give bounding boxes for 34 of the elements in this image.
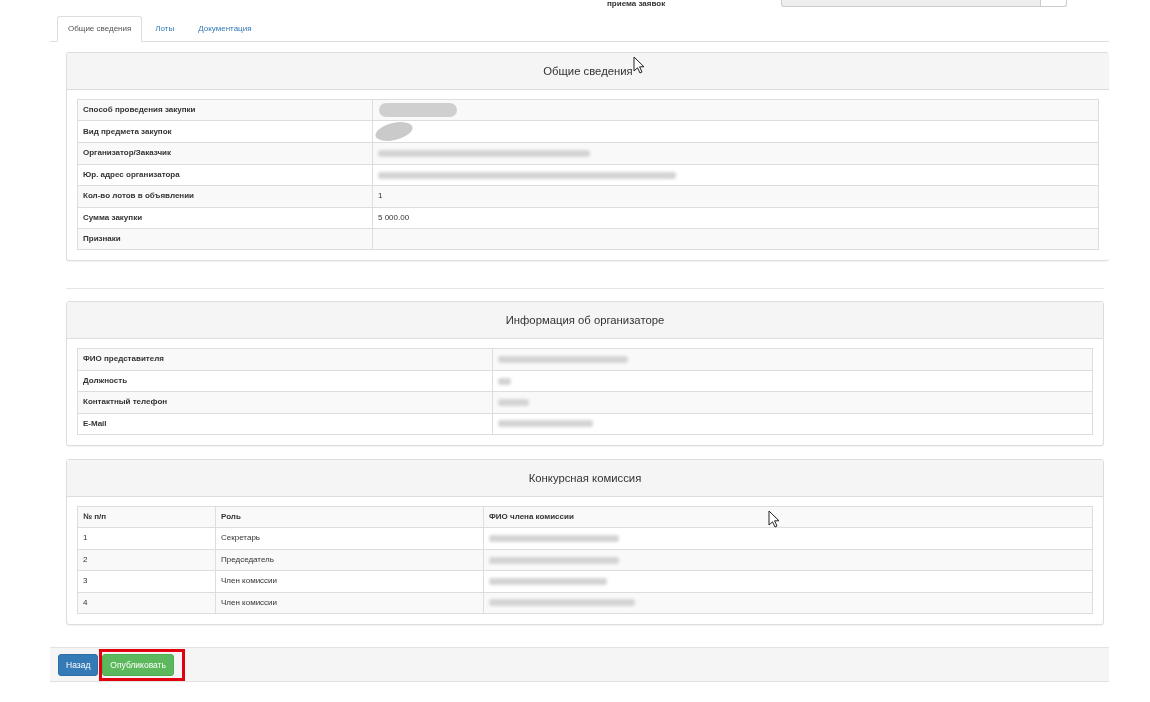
table-cell: Секретарь bbox=[215, 527, 484, 550]
row-label: Кол-во лотов в объявлении bbox=[77, 185, 373, 208]
tab[interactable]: Документация bbox=[187, 16, 263, 42]
table-cell: 1 bbox=[77, 527, 216, 550]
row-label: ФИО представителя bbox=[77, 348, 493, 371]
table-cell: Председатель bbox=[215, 549, 484, 571]
row-label: Сумма закупки bbox=[77, 207, 373, 229]
row-label: Признаки bbox=[77, 228, 373, 250]
action-button[interactable]: Назад bbox=[58, 653, 99, 676]
table-cell: 5 000.00 bbox=[372, 207, 1099, 229]
panel-heading: Информация об организаторе bbox=[67, 302, 1103, 340]
row-label: Юр. адрес организатора bbox=[77, 164, 373, 186]
row-label: Контактный телефон bbox=[77, 391, 493, 414]
column-header: Роль bbox=[215, 506, 484, 528]
field-label: приема заявок bbox=[607, 0, 666, 8]
table-cell: 2 bbox=[77, 549, 216, 571]
table-cell: 1 bbox=[372, 185, 1099, 208]
input-field[interactable] bbox=[781, 0, 1068, 7]
panel-heading: Конкурсная комиссия bbox=[67, 460, 1103, 498]
column-header: ФИО члена комиссии bbox=[483, 506, 1093, 528]
column-header: № п/п bbox=[77, 506, 216, 528]
table-cell: Член комиссии bbox=[215, 570, 484, 593]
row-label: Должность bbox=[77, 370, 493, 392]
panel-heading: Общие сведения bbox=[67, 53, 1109, 90]
table-cell: Член комиссии bbox=[215, 592, 484, 614]
row-label: Способ проведения закупки bbox=[77, 99, 373, 121]
table-cell: 4 bbox=[77, 592, 216, 614]
tab[interactable]: Лоты bbox=[144, 16, 186, 42]
row-label: Организатор/Заказчик bbox=[77, 142, 373, 165]
tab[interactable]: Общие сведения bbox=[57, 16, 143, 42]
table-cell: 3 bbox=[77, 570, 216, 593]
mouse-pointer-icon bbox=[633, 56, 645, 74]
row-label: Вид предмета закупок bbox=[77, 120, 373, 143]
row-label: E-Mail bbox=[77, 413, 493, 435]
